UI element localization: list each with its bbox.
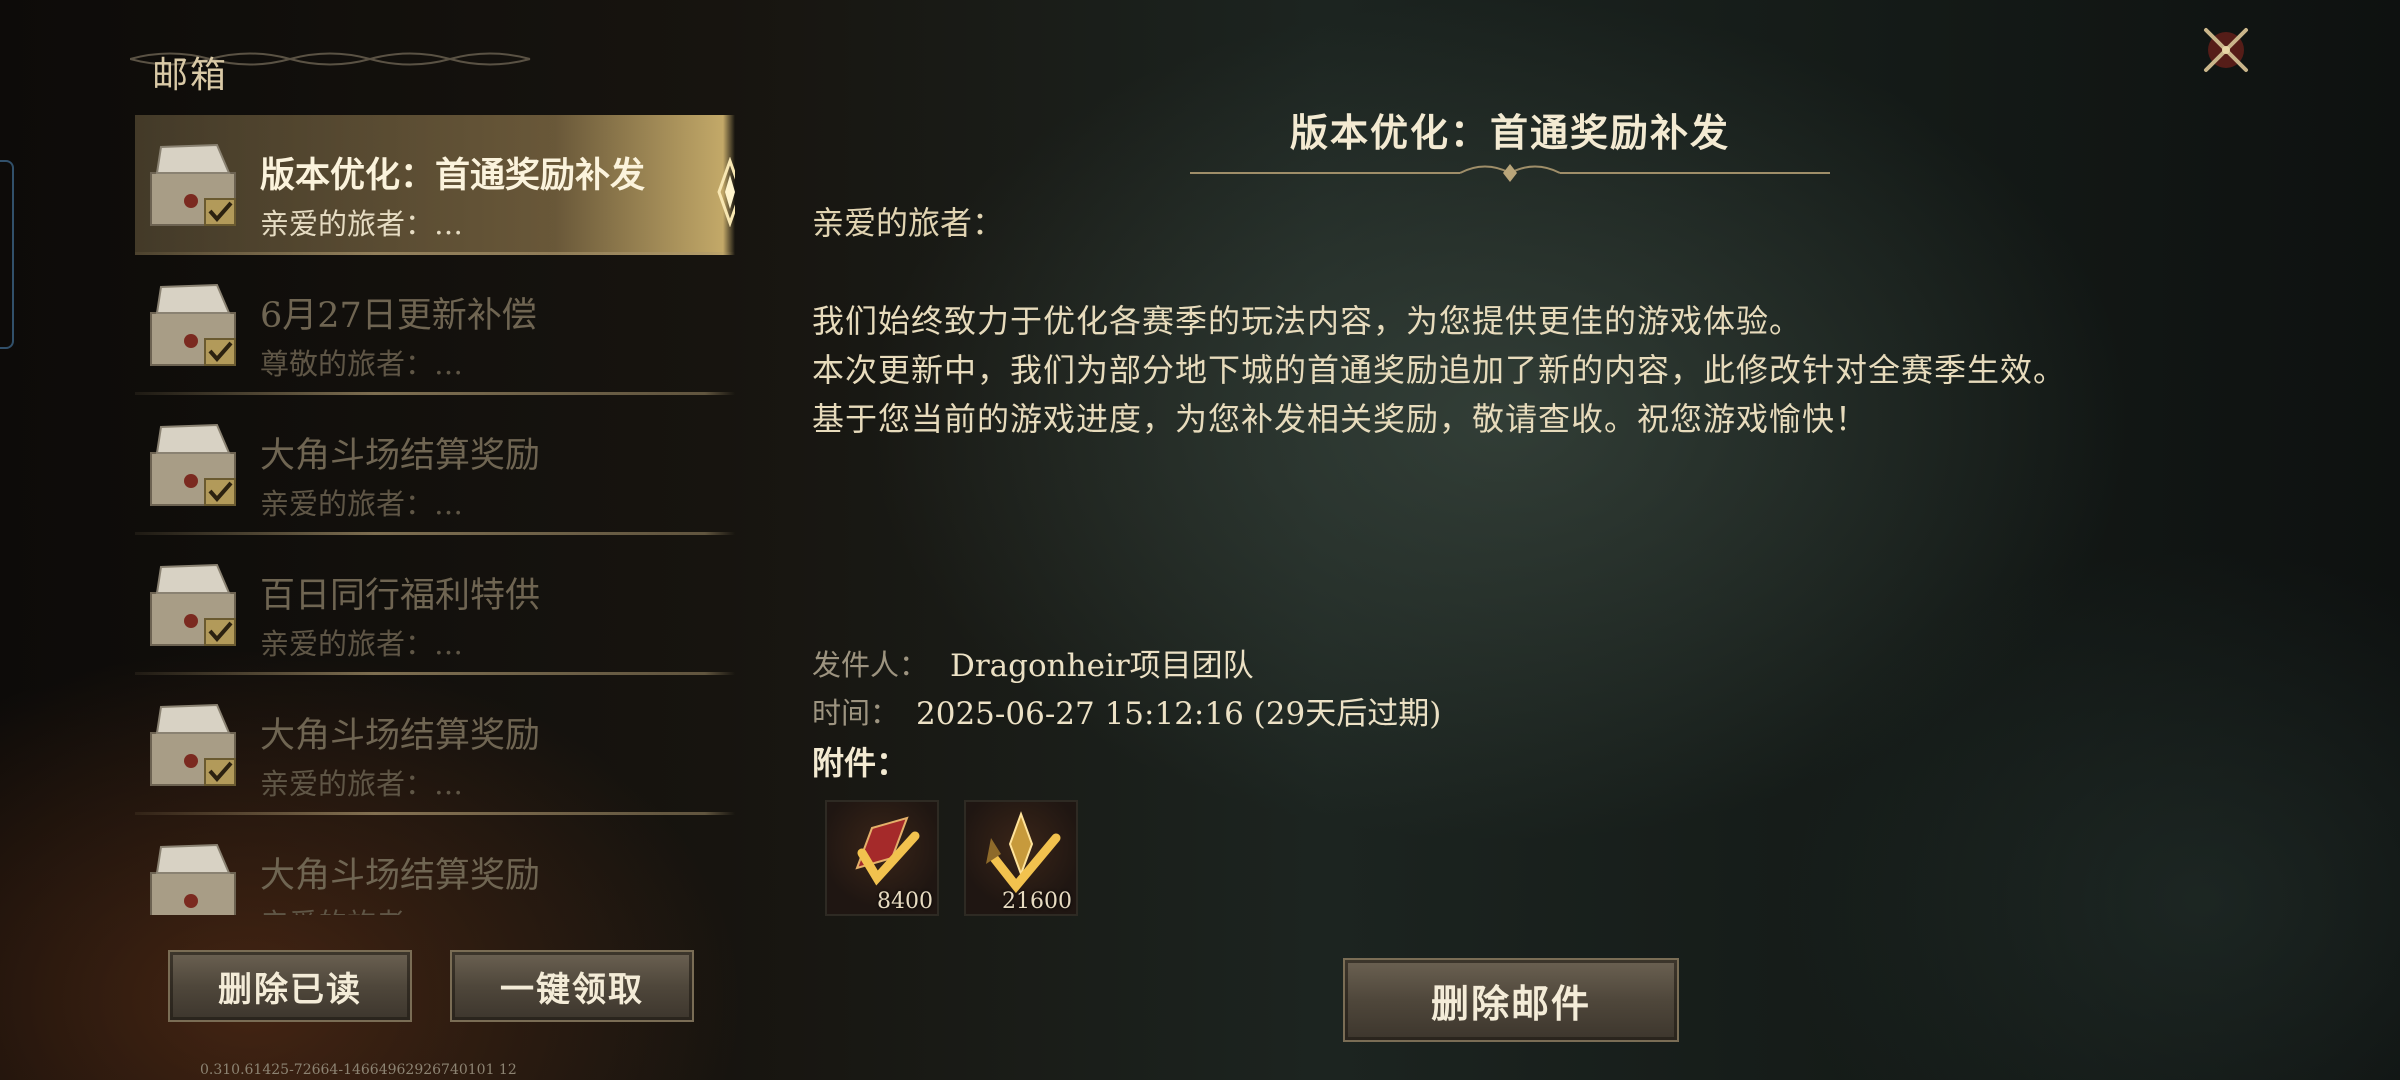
mail-preview: 亲爱的旅者：…: [260, 901, 463, 915]
mailbox-header: 邮箱: [130, 22, 570, 96]
attachment-item[interactable]: 21600: [964, 800, 1078, 916]
mail-list-item[interactable]: 大角斗场结算奖励 亲爱的旅者：…: [135, 815, 735, 915]
delete-read-button[interactable]: 删除已读: [168, 950, 412, 1022]
mail-title: 大角斗场结算奖励: [260, 856, 541, 896]
mail-detail-title: 版本优化：首通奖励补发: [1289, 110, 1730, 155]
mail-list-item[interactable]: 6月27日更新补偿 尊敬的旅者：…: [135, 255, 735, 395]
mail-title: 大角斗场结算奖励: [260, 716, 541, 756]
mail-greeting: 亲爱的旅者：: [812, 204, 1005, 242]
sender-label: 发件人：: [812, 648, 929, 682]
gold-crystal-icon: [986, 811, 1061, 894]
mail-list-item[interactable]: 大角斗场结算奖励 亲爱的旅者：…: [135, 675, 735, 815]
side-tab-edge[interactable]: [0, 160, 14, 349]
red-crystal-icon: [855, 816, 920, 886]
envelope-read-icon: [150, 843, 236, 915]
envelope-read-icon: [150, 283, 236, 366]
mail-title: 大角斗场结算奖励: [260, 436, 541, 476]
mail-list: 版本优化：首通奖励补发 亲爱的旅者：… 6月27日更新补偿 尊敬的旅者：… 大角…: [135, 115, 735, 915]
mail-title: 版本优化：首通奖励补发: [260, 155, 646, 196]
mail-preview: 亲爱的旅者：…: [260, 487, 464, 521]
mail-body-line: 基于您当前的游戏进度，为您补发相关奖励，敬请查收。祝您游戏愉快！: [812, 400, 1869, 438]
mail-list-item[interactable]: 版本优化：首通奖励补发 亲爱的旅者：…: [135, 115, 735, 255]
mail-preview: 亲爱的旅者：…: [260, 627, 464, 661]
page-title: 邮箱: [152, 55, 229, 96]
attachment-quantity: 8400: [877, 889, 933, 914]
mail-body-line: 我们始终致力于优化各赛季的玩法内容，为您提供更佳的游戏体验。: [812, 302, 1803, 340]
envelope-read-icon: [150, 423, 236, 506]
title-ornament: [1190, 164, 1830, 182]
attachment-quantity: 21600: [1002, 889, 1072, 914]
mail-body-line: 本次更新中，我们为部分地下城的首通奖励追加了新的内容，此修改针对全赛季生效。: [812, 351, 2067, 389]
mail-list-item[interactable]: 大角斗场结算奖励 亲爱的旅者：…: [135, 395, 735, 535]
delete-mail-button[interactable]: 删除邮件: [1343, 958, 1679, 1042]
delete-read-label: 删除已读: [218, 969, 362, 1010]
close-icon[interactable]: [2196, 20, 2256, 80]
attachments-label: 附件：: [812, 744, 909, 782]
version-text: 0.310.61425-72664-14664962926740101 12: [200, 1062, 517, 1078]
time-value: 2025-06-27 15:12:16 (29天后过期): [916, 696, 1442, 732]
mail-title: 百日同行福利特供: [260, 576, 541, 616]
mail-list-item[interactable]: 百日同行福利特供 亲爱的旅者：…: [135, 535, 735, 675]
envelope-read-icon: [150, 143, 236, 226]
selected-sparkle-icon: [717, 157, 735, 227]
mail-title: 6月27日更新补偿: [260, 296, 537, 336]
mail-preview: 亲爱的旅者：…: [260, 767, 464, 801]
claim-all-label: 一键领取: [500, 969, 644, 1010]
attachment-item[interactable]: 8400: [825, 800, 939, 916]
delete-mail-label: 删除邮件: [1430, 980, 1591, 1026]
envelope-read-icon: [150, 563, 236, 646]
mail-preview: 亲爱的旅者：…: [260, 207, 464, 241]
sender-value: Dragonheir项目团队: [950, 648, 1254, 684]
time-label: 时间：: [812, 696, 900, 730]
mail-preview: 尊敬的旅者：…: [260, 347, 464, 381]
claim-all-button[interactable]: 一键领取: [450, 950, 694, 1022]
envelope-read-icon: [150, 703, 236, 786]
